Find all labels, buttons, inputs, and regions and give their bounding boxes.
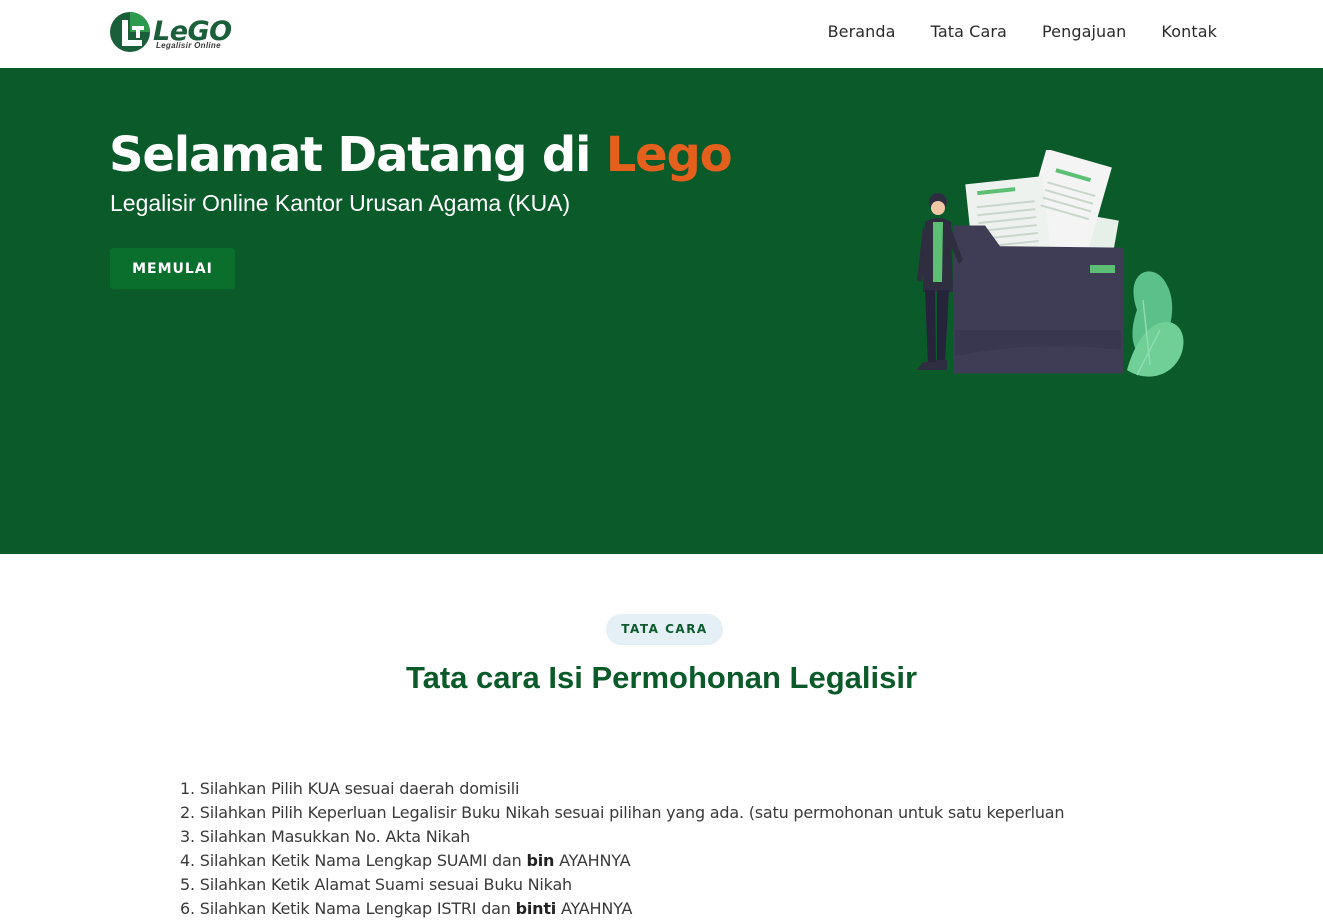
navbar: LeGO Legalisir Online Beranda Tata Cara … — [0, 0, 1323, 68]
step-item: 1. Silahkan Pilih KUA sesuai daerah domi… — [180, 777, 1064, 801]
hero-title-prefix: Selamat Datang di — [109, 127, 606, 183]
hero-illustration — [917, 150, 1184, 377]
step-text-pre: Silahkan Ketik Nama Lengkap SUAMI dan — [199, 851, 527, 870]
logo-icon — [110, 12, 150, 52]
hero-subtitle: Legalisir Online Kantor Urusan Agama (KU… — [110, 190, 571, 216]
step-text-bold: binti — [515, 899, 557, 918]
folder-illustration — [953, 225, 1123, 374]
step-number: 2. — [180, 803, 195, 822]
brand-logo[interactable]: LeGO Legalisir Online — [108, 10, 232, 54]
hero-title: Selamat Datang di Lego — [109, 127, 733, 183]
nav-link-beranda[interactable]: Beranda — [828, 22, 896, 41]
step-text-pre: Silahkan Ketik Nama Lengkap ISTRI dan — [199, 899, 516, 918]
hero-title-accent: Lego — [605, 127, 733, 183]
nav-link-kontak[interactable]: Kontak — [1161, 22, 1217, 41]
nav-link-pengajuan[interactable]: Pengajuan — [1042, 22, 1126, 41]
step-number: 5. — [180, 875, 195, 894]
step-item: 4. Silahkan Ketik Nama Lengkap SUAMI dan… — [180, 849, 1064, 873]
step-item: 6. Silahkan Ketik Nama Lengkap ISTRI dan… — [180, 897, 1064, 921]
step-item: 5. Silahkan Ketik Alamat Suami sesuai Bu… — [180, 873, 1064, 897]
main-nav: Beranda Tata Cara Pengajuan Kontak — [793, 22, 1217, 41]
section-title: Tata cara Isi Permohonan Legalisir — [405, 660, 918, 695]
step-text: Silahkan Masukkan No. Akta Nikah — [199, 827, 471, 846]
plant-illustration — [1127, 271, 1184, 377]
step-text: Silahkan Ketik Alamat Suami sesuai Buku … — [199, 875, 573, 894]
start-button[interactable]: MEMULAI — [110, 248, 235, 289]
step-text: Silahkan Pilih Keperluan Legalisir Buku … — [199, 803, 1065, 822]
step-item: 2. Silahkan Pilih Keperluan Legalisir Bu… — [180, 801, 1065, 825]
step-text-post: AYAHNYA — [554, 851, 631, 870]
logo-tagline: Legalisir Online — [156, 41, 221, 50]
step-text-post: AYAHNYA — [556, 899, 633, 918]
hero-section: Selamat Datang di Lego Legalisir Online … — [0, 68, 1323, 554]
section-badge: TATA CARA — [606, 614, 723, 645]
step-number: 6. — [180, 899, 195, 918]
step-text: Silahkan Pilih KUA sesuai daerah domisil… — [199, 779, 520, 798]
nav-link-tata-cara[interactable]: Tata Cara — [931, 22, 1007, 41]
step-text-bold: bin — [526, 851, 555, 870]
step-number: 1. — [180, 779, 195, 798]
steps-list: 1. Silahkan Pilih KUA sesuai daerah domi… — [180, 777, 1065, 921]
step-number: 4. — [180, 851, 195, 870]
step-number: 3. — [180, 827, 195, 846]
step-item: 3. Silahkan Masukkan No. Akta Nikah — [180, 825, 1064, 849]
